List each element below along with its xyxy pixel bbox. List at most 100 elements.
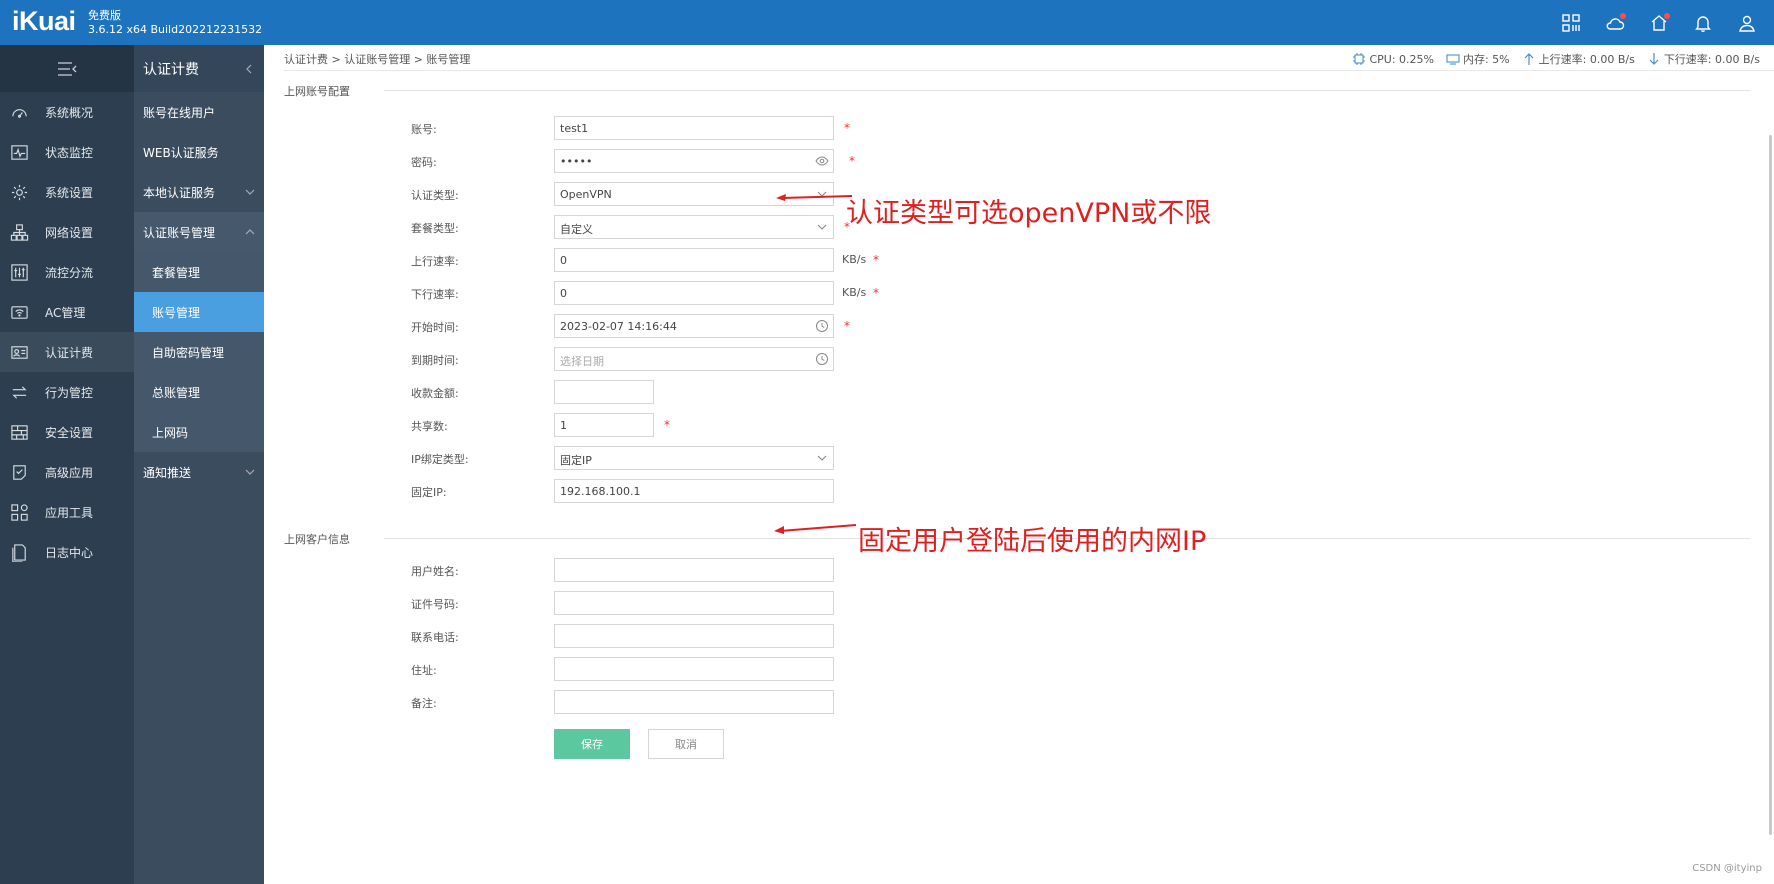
subnav-item-local-auth[interactable]: 本地认证服务 [134, 172, 264, 212]
subnav-label: 账号在线用户 [143, 105, 216, 120]
log-icon [9, 542, 29, 562]
id-number-input[interactable] [554, 591, 834, 615]
nav-item-dashboard[interactable]: 系统概况 [0, 92, 134, 132]
nav-item-label: 行为管控 [45, 385, 94, 400]
subnav-item-ledger[interactable]: 总账管理 [134, 372, 264, 412]
nav-item-check-doc[interactable]: 高级应用 [0, 452, 134, 492]
save-button[interactable]: 保存 [554, 729, 630, 759]
nav-item-swap[interactable]: 行为管控 [0, 372, 134, 412]
upload-stat: 上行速率: 0.00 B/s [1522, 51, 1635, 67]
subnav-label: 自助密码管理 [152, 345, 225, 360]
upload-value: 上行速率: 0.00 B/s [1538, 53, 1635, 66]
required-mark: * [664, 418, 670, 432]
chevron-down-icon [245, 189, 255, 195]
nav-item-id-card[interactable]: 认证计费 [0, 332, 134, 372]
row-note: 备注: [264, 690, 1264, 714]
down-rate-unit: KB/s [842, 286, 867, 299]
arrow-down-icon [1649, 53, 1659, 65]
nav-item-wifi[interactable]: AC管理 [0, 292, 134, 332]
start-time-input[interactable]: 2023-02-07 14:16:44 [554, 314, 834, 338]
name-input[interactable] [554, 558, 834, 582]
ip-bind-label: IP绑定类型: [411, 453, 469, 466]
sliders-icon [9, 262, 29, 282]
ip-bind-select[interactable]: 固定IP [554, 446, 834, 470]
subnav-item-online-users[interactable]: 账号在线用户 [134, 92, 264, 132]
watermark: CSDN @ityinp [1692, 863, 1762, 874]
annotation-arrow [776, 194, 853, 201]
address-label: 住址: [411, 664, 437, 677]
row-end-time: 到期时间: 选择日期 [264, 347, 1264, 371]
phone-input[interactable] [554, 624, 834, 648]
chevron-left-icon[interactable] [244, 64, 254, 74]
nav-item-sliders[interactable]: 流控分流 [0, 252, 134, 292]
nav-item-log[interactable]: 日志中心 [0, 532, 134, 572]
subnav-item-account-admin[interactable]: 账号管理 [134, 292, 264, 332]
row-start-time: 开始时间: 2023-02-07 14:16:44 * [264, 314, 1264, 338]
home-icon[interactable] [1648, 12, 1670, 34]
monitor-icon [9, 142, 29, 162]
subnav-item-web-auth[interactable]: WEB认证服务 [134, 132, 264, 172]
account-input[interactable]: test1 [554, 116, 834, 140]
name-label: 用户姓名: [411, 565, 459, 578]
subnav-item-account-mgmt[interactable]: 认证账号管理 [134, 212, 264, 252]
required-mark: * [844, 319, 850, 333]
subnav-item-plan-mgmt[interactable]: 套餐管理 [134, 252, 264, 292]
amount-input[interactable] [554, 380, 654, 404]
subnav-label: 认证账号管理 [143, 225, 216, 240]
form-actions: 保存 取消 [264, 729, 1264, 759]
up-rate-input[interactable]: 0 [554, 248, 834, 272]
password-input[interactable]: ••••• [554, 149, 834, 173]
row-ip-bind: IP绑定类型: 固定IP [264, 446, 1264, 470]
bell-icon[interactable] [1692, 12, 1714, 34]
chevron-down-icon [245, 469, 255, 475]
nav-item-network[interactable]: 网络设置 [0, 212, 134, 252]
eye-icon[interactable] [815, 154, 829, 168]
main-content: 认证计费 > 认证账号管理 > 账号管理 CPU: 0.25% 内存: 5% 上… [264, 45, 1774, 884]
note-input[interactable] [554, 690, 834, 714]
plan-type-select[interactable]: 自定义 [554, 215, 834, 239]
header-divider [284, 70, 1774, 71]
nav-item-firewall[interactable]: 安全设置 [0, 412, 134, 452]
nav-item-label: 认证计费 [45, 345, 94, 360]
user-icon[interactable] [1736, 12, 1758, 34]
down-rate-input[interactable]: 0 [554, 281, 834, 305]
edition-label: 免费版 [88, 9, 121, 22]
network-icon [9, 222, 29, 242]
subnav-label: 上网码 [152, 425, 189, 440]
clock-icon [816, 353, 828, 365]
end-time-input[interactable]: 选择日期 [554, 347, 834, 371]
address-input[interactable] [554, 657, 834, 681]
subnav-item-access-code[interactable]: 上网码 [134, 412, 264, 452]
cancel-button[interactable]: 取消 [648, 729, 724, 759]
subnav-item-notify[interactable]: 通知推送 [134, 452, 264, 492]
menu-toggle[interactable] [0, 45, 134, 92]
cpu-value: CPU: 0.25% [1369, 52, 1434, 66]
nav-item-monitor[interactable]: 状态监控 [0, 132, 134, 172]
cpu-stat: CPU: 0.25% [1352, 52, 1434, 66]
annotation-arrow [774, 524, 857, 534]
required-mark: * [873, 253, 879, 267]
system-stats: CPU: 0.25% 内存: 5% 上行速率: 0.00 B/s 下行速率: 0… [1340, 51, 1760, 67]
scrollbar[interactable] [1769, 135, 1772, 835]
nav-item-label: 应用工具 [45, 505, 94, 520]
subnav-label: 账号管理 [152, 305, 201, 320]
nav-item-gear[interactable]: 系统设置 [0, 172, 134, 212]
row-amount: 收款金额: [264, 380, 1264, 404]
cloud-icon[interactable] [1604, 12, 1626, 34]
down-rate-label: 下行速率: [411, 288, 459, 301]
check-doc-icon [9, 462, 29, 482]
subnav-header: 认证计费 [134, 45, 264, 92]
share-input[interactable]: 1 [554, 413, 654, 437]
apps-icon[interactable] [1560, 12, 1582, 34]
subnav-label: WEB认证服务 [143, 145, 219, 160]
start-time-value: 2023-02-07 14:16:44 [560, 320, 677, 333]
subnav-label: 套餐管理 [152, 265, 201, 280]
subnav-item-self-password[interactable]: 自助密码管理 [134, 332, 264, 372]
required-mark: * [849, 154, 855, 168]
tools-icon [9, 502, 29, 522]
row-phone: 联系电话: [264, 624, 1264, 648]
memory-value: 内存: 5% [1462, 53, 1510, 66]
nav-item-tools[interactable]: 应用工具 [0, 492, 134, 532]
firewall-icon [9, 422, 29, 442]
fixed-ip-input[interactable]: 192.168.100.1 [554, 479, 834, 503]
